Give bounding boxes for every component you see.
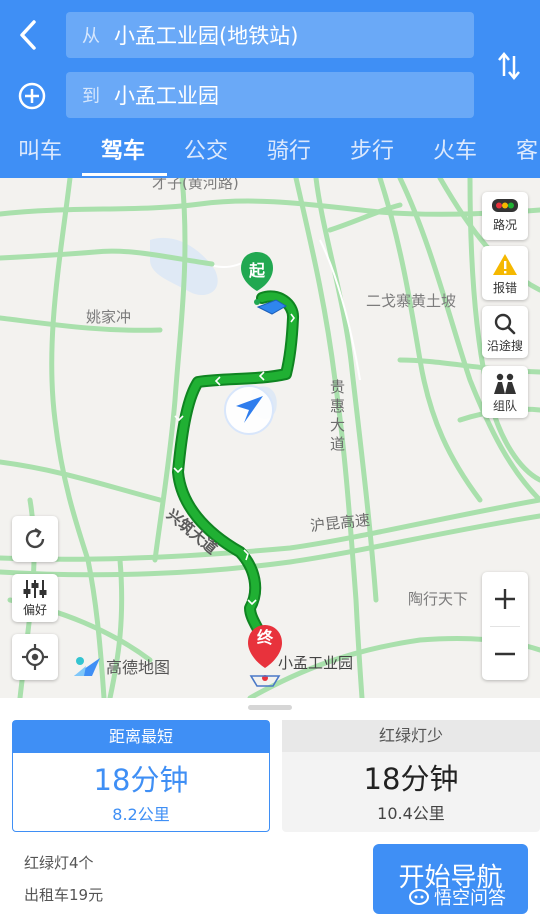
place-label: 二戈寨黄土坡 xyxy=(366,292,457,310)
preference-button[interactable]: 偏好 xyxy=(12,574,58,622)
tab-bus[interactable]: 公交 xyxy=(184,130,228,178)
traffic-button[interactable]: 路况 xyxy=(482,192,528,240)
origin-input[interactable]: 从 小孟工业园(地铁站) xyxy=(66,12,474,58)
tab-train[interactable]: 火车 xyxy=(433,130,477,178)
destination-prefix: 到 xyxy=(82,86,100,107)
traffic-label: 路况 xyxy=(492,218,517,232)
taxi-fare: 出租车19元 xyxy=(24,886,104,904)
route-option-fewer-lights[interactable]: 红绿灯少 18分钟 10.4公里 xyxy=(282,720,540,832)
place-label: 陶行天下 xyxy=(408,590,469,608)
report-error-button[interactable]: 报错 xyxy=(482,246,528,300)
place-label: 姚家冲 xyxy=(86,308,132,326)
route-option-time: 18分钟 xyxy=(363,762,459,796)
transport-mode-tabs: 叫车 驾车 公交 骑行 步行 火车 客 xyxy=(0,130,540,178)
search-along-label: 沿途搜 xyxy=(486,339,523,353)
route-option-shortest[interactable]: 距离最短 18分钟 8.2公里 xyxy=(12,720,270,832)
traffic-light-icon xyxy=(492,199,518,212)
route-option-tag: 红绿灯少 xyxy=(282,720,540,752)
plus-icon xyxy=(495,589,515,609)
tab-walk[interactable]: 步行 xyxy=(350,130,394,178)
zoom-control xyxy=(482,572,528,680)
tab-drive[interactable]: 驾车 xyxy=(101,130,145,178)
route-header: 从 小孟工业园(地铁站) 到 小孟工业园 叫车 驾车 公交 骑行 步行 火车 客 xyxy=(0,0,540,178)
locate-me-button[interactable] xyxy=(12,634,58,680)
origin-prefix: 从 xyxy=(82,26,100,47)
sheet-drag-handle[interactable] xyxy=(248,705,292,710)
swap-arrows-icon xyxy=(498,52,520,80)
amap-logo-text: 高德地图 xyxy=(106,658,171,677)
amap-logo: 高德地图 xyxy=(72,654,170,678)
route-option-time: 18分钟 xyxy=(93,763,189,797)
swap-route-button[interactable] xyxy=(494,50,524,82)
amap-logo-icon xyxy=(74,657,100,676)
destination-value: 小孟工业园 xyxy=(114,84,219,108)
add-circle-icon xyxy=(18,82,46,110)
search-along-route-button[interactable]: 沿途搜 xyxy=(482,306,528,358)
origin-value: 小孟工业园(地铁站) xyxy=(114,24,299,48)
preference-label: 偏好 xyxy=(22,603,47,617)
traffic-lights-count: 红绿灯4个 xyxy=(24,854,94,872)
refresh-button[interactable] xyxy=(12,516,58,562)
end-marker-label: 终 xyxy=(256,628,273,647)
report-label: 报错 xyxy=(492,281,517,295)
add-waypoint-button[interactable] xyxy=(16,80,48,112)
map-canvas xyxy=(0,178,540,698)
route-option-distance: 8.2公里 xyxy=(112,805,170,824)
road-label-guihui: 贵惠大道 xyxy=(330,378,346,453)
active-tab-indicator xyxy=(82,173,167,176)
locate-crosshair-icon xyxy=(22,644,48,670)
minus-icon xyxy=(495,652,515,656)
chevron-left-icon xyxy=(20,20,36,50)
group-icon xyxy=(494,373,516,394)
tab-coach[interactable]: 客 xyxy=(516,130,538,178)
map-view[interactable]: 才子(黄河路) 姚家冲 二戈寨黄土坡 陶行天下 贵惠大道 沪昆高速 兴筑大道 起… xyxy=(0,178,540,698)
place-label: 才子(黄河路) xyxy=(152,178,239,192)
zoom-in-button[interactable] xyxy=(482,572,528,626)
wukong-logo-icon xyxy=(409,889,429,905)
destination-map-label: 小孟工业园 xyxy=(278,654,354,672)
zoom-out-button[interactable] xyxy=(482,627,528,681)
search-icon xyxy=(494,313,516,335)
start-marker-label: 起 xyxy=(248,261,265,280)
sliders-icon xyxy=(23,580,47,598)
watermark-text: 悟空问答 xyxy=(434,888,506,909)
current-location-arrow-icon xyxy=(224,385,274,435)
refresh-icon xyxy=(25,527,45,549)
tab-bike[interactable]: 骑行 xyxy=(267,130,311,178)
tab-taxi[interactable]: 叫车 xyxy=(18,130,62,178)
back-button[interactable] xyxy=(14,18,44,52)
route-option-tag: 距离最短 xyxy=(13,721,269,753)
destination-input[interactable]: 到 小孟工业园 xyxy=(66,72,474,118)
watermark: 悟空问答 xyxy=(408,884,506,910)
group-button[interactable]: 组队 xyxy=(482,366,528,418)
group-label: 组队 xyxy=(492,399,517,413)
route-option-distance: 10.4公里 xyxy=(377,804,445,823)
warning-icon xyxy=(493,254,517,275)
